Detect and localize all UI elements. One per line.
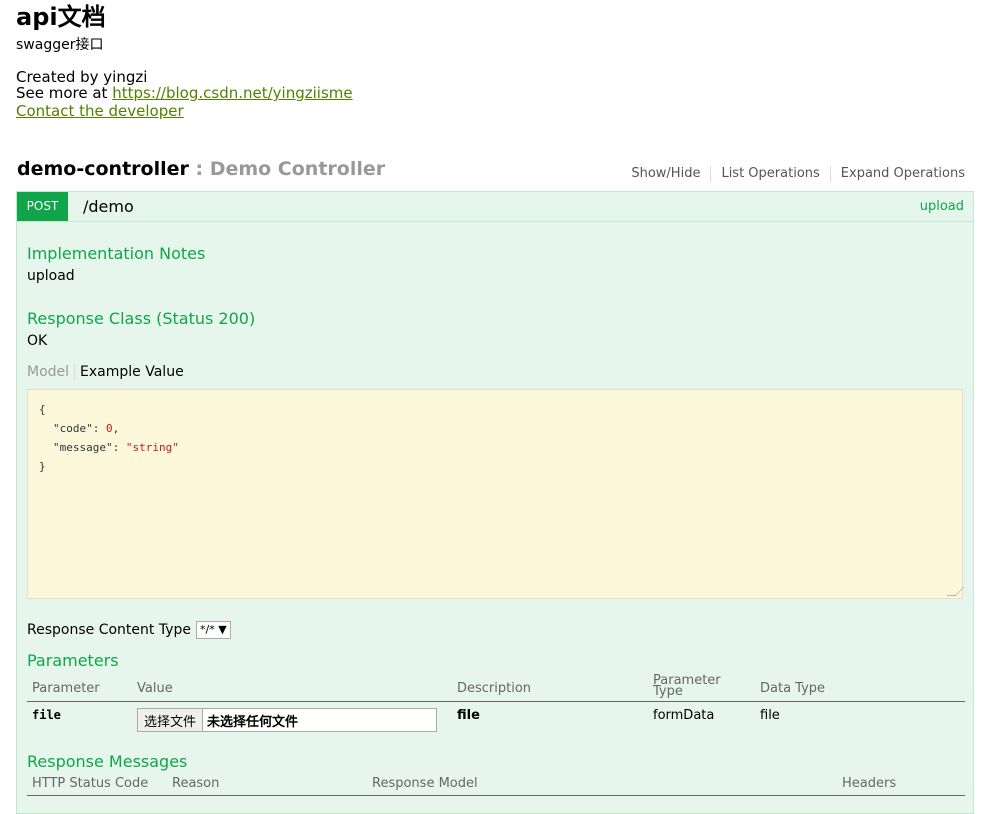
operation-panel: POST /demo upload Implementation Notes u… [16,191,974,814]
expand-operations-link[interactable]: Expand Operations [829,166,965,182]
chevron-down-icon: ▼ [218,623,227,636]
response-class-title: Response Class (Status 200) [27,309,256,328]
json-message-value: "string" [125,441,179,454]
json-message-key: "message" [53,441,113,454]
choose-file-button[interactable]: 选择文件 [138,709,204,731]
operation-content: Implementation Notes upload Response Cla… [27,221,965,796]
response-messages-title: Response Messages [27,752,188,771]
show-hide-link[interactable]: Show/Hide [631,166,710,182]
param-data-type: file [760,708,780,723]
resource-actions: Show/Hide List Operations Expand Operati… [631,166,965,182]
operation-path[interactable]: /demo [83,197,134,216]
param-value-cell: 选择文件 未选择任何文件 [132,702,452,739]
param-header-parameter: Parameter [27,675,132,702]
response-content-type-label: Response Content Type [27,622,191,638]
json-line-message: "message": "string" [53,441,179,454]
no-file-chosen: 未选择任何文件 [207,714,299,730]
resource-description: Demo Controller [209,158,386,180]
example-value-box[interactable]: { "code": 0, "message": "string" } [27,389,965,599]
operation-summary[interactable]: upload [920,199,964,214]
operation-heading[interactable]: POST /demo upload [17,192,973,222]
response-header-reason: Reason [167,774,367,796]
api-title: api文档 [16,3,106,31]
tab-model[interactable]: Model [27,364,76,380]
param-header-description: Description [452,675,648,702]
param-header-type-line2: Type [653,684,683,699]
response-header-headers: Headers [837,774,965,796]
list-operations-link[interactable]: List Operations [710,166,829,182]
api-info: api文档 swagger接口 Created by yingzi See mo… [16,0,353,119]
contact-developer-link[interactable]: Contact the developer [16,103,353,119]
response-header-status: HTTP Status Code [27,774,167,796]
see-more-link[interactable]: https://blog.csdn.net/yingziisme [112,84,352,102]
table-row: file 选择文件 未选择任何文件 file formData file [27,702,965,739]
response-content-type-value: */* [199,623,215,636]
parameters-title: Parameters [27,651,119,670]
param-header-value: Value [132,675,452,702]
param-description: file [457,708,480,723]
response-content-type: Response Content Type */* ▼ [27,621,965,639]
resource-name[interactable]: demo-controller [17,158,189,180]
api-description: swagger接口 [16,37,104,53]
json-line-code: "code": 0, [53,422,120,435]
resource-heading: demo-controller : Demo Controller Show/H… [17,158,967,184]
response-class: OK [27,333,48,349]
api-meta: Created by yingzi See more at https://bl… [16,69,353,119]
http-method-badge[interactable]: POST [17,192,68,221]
param-header-data-type: Data Type [755,675,965,702]
response-messages-table: HTTP Status Code Reason Response Model H… [27,774,965,796]
tab-example-value[interactable]: Example Value [75,364,184,380]
see-more-prefix: See more at [16,84,113,102]
response-content-type-select[interactable]: */* ▼ [195,621,231,639]
response-header-model: Response Model [367,774,837,796]
model-tabs: Model Example Value [27,364,965,380]
implementation-notes-title: Implementation Notes [27,244,206,263]
param-header-parameter-type: Parameter Type [648,674,755,702]
json-code-value: 0 [106,422,113,435]
param-type: formData [653,708,715,723]
parameters-table: Parameter Value Description Parameter Typ… [27,674,965,739]
json-code-key: "code" [53,422,93,435]
json-open-brace: { [39,403,46,416]
param-name: file [32,708,61,722]
see-more: See more at https://blog.csdn.net/yingzi… [16,85,353,101]
file-input[interactable]: 选择文件 未选择任何文件 [137,708,437,732]
resize-handle-icon[interactable] [946,587,965,596]
implementation-notes: upload [27,268,75,284]
resource-separator: : [188,158,210,180]
created-by: Created by yingzi [16,68,148,86]
json-close-brace: } [39,460,46,473]
